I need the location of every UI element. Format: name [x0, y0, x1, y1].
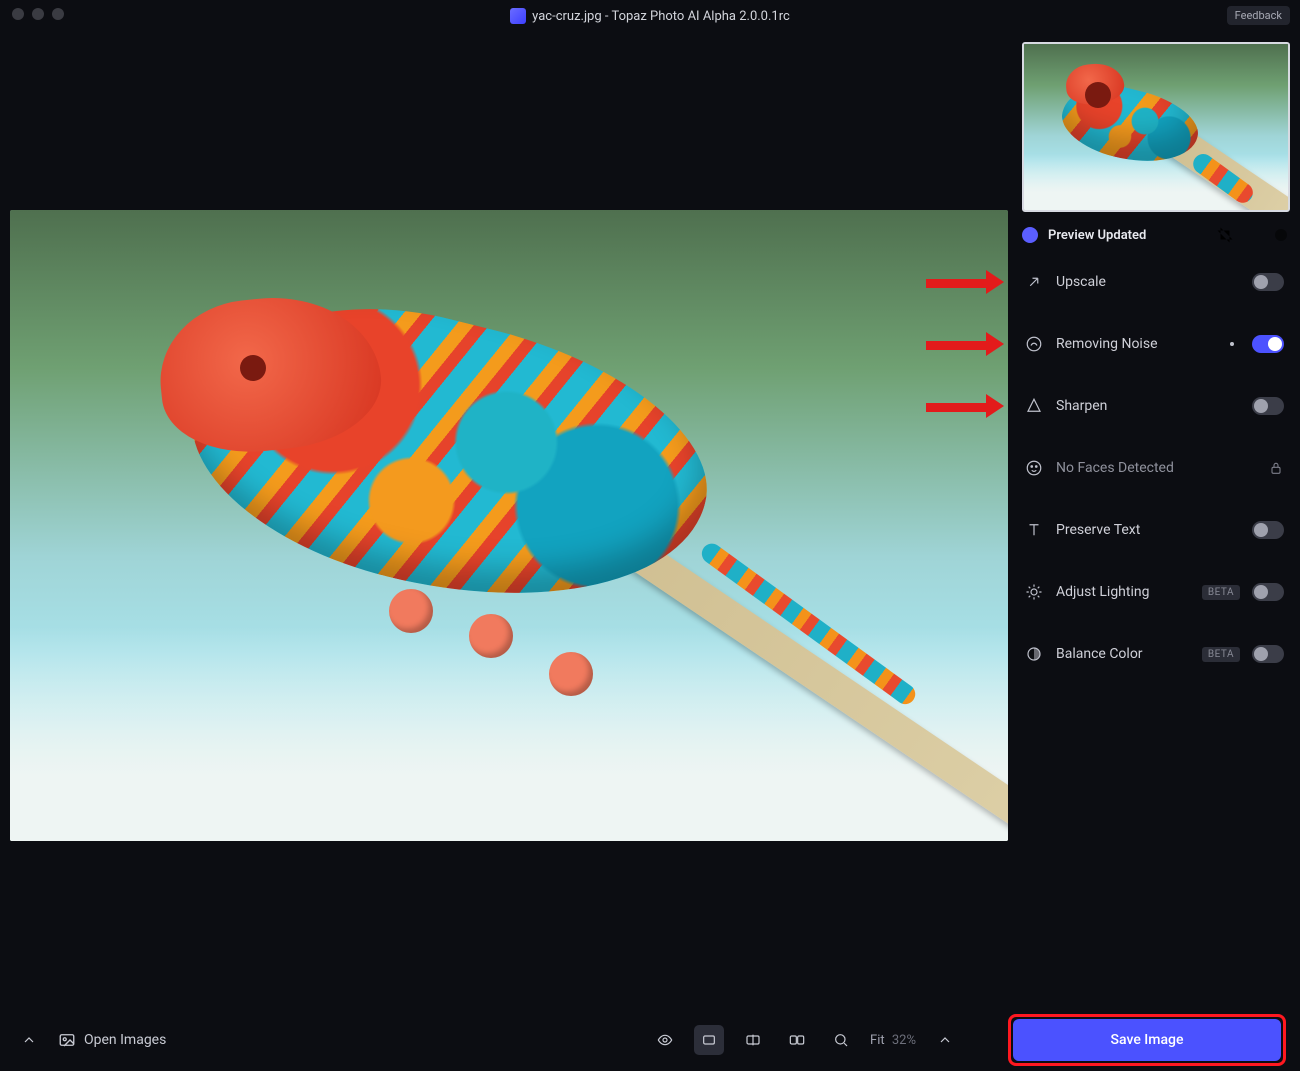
zoom-chevron-up-button[interactable] — [930, 1025, 960, 1055]
preview-status-row: Preview Updated — [1022, 226, 1290, 244]
preview-status-label: Preview Updated — [1048, 228, 1146, 243]
fit-value: 32% — [892, 1033, 916, 1048]
view-side-by-side-button[interactable] — [782, 1025, 812, 1055]
balance-color-toggle[interactable] — [1252, 645, 1284, 663]
text-icon — [1024, 520, 1044, 540]
titlebar: yac-cruz.jpg - Topaz Photo AI Alpha 2.0.… — [0, 0, 1300, 32]
zoom-window-icon[interactable] — [52, 8, 64, 20]
option-preserve-text[interactable]: Preserve Text — [1022, 506, 1290, 554]
view-split-button[interactable] — [738, 1025, 768, 1055]
option-upscale[interactable]: Upscale — [1022, 258, 1290, 306]
circle-icon[interactable] — [1272, 226, 1290, 244]
face-icon — [1024, 458, 1044, 478]
lock-icon — [1268, 460, 1284, 476]
option-faces: No Faces Detected — [1022, 444, 1290, 492]
zoom-icon[interactable] — [826, 1025, 856, 1055]
image-chameleon-foot — [389, 589, 433, 633]
window-title: yac-cruz.jpg - Topaz Photo AI Alpha 2.0.… — [532, 9, 790, 24]
option-label: Sharpen — [1056, 398, 1240, 414]
option-balance-color[interactable]: Balance Color BETA — [1022, 630, 1290, 678]
adjust-lighting-toggle[interactable] — [1252, 583, 1284, 601]
option-label: Adjust Lighting — [1056, 584, 1190, 600]
annotation-save-highlight: Save Image — [1008, 1014, 1286, 1066]
eye-icon[interactable] — [650, 1025, 680, 1055]
lighting-icon — [1024, 582, 1044, 602]
fit-word: Fit — [870, 1033, 885, 1048]
beta-badge: BETA — [1202, 647, 1240, 662]
option-label: Upscale — [1056, 274, 1240, 290]
removing-noise-toggle[interactable] — [1252, 335, 1284, 353]
upscale-toggle[interactable] — [1252, 273, 1284, 291]
side-panel: Preview Updated Upscale — [1022, 42, 1290, 1009]
noise-icon — [1024, 334, 1044, 354]
option-label: Preserve Text — [1056, 522, 1240, 538]
window-controls — [12, 8, 64, 20]
image-chameleon-foot — [549, 652, 593, 696]
close-window-icon[interactable] — [12, 8, 24, 20]
upscale-icon — [1024, 272, 1044, 292]
preview-thumbnail[interactable] — [1022, 42, 1290, 212]
feedback-button[interactable]: Feedback — [1227, 6, 1290, 25]
option-removing-noise[interactable]: Removing Noise — [1022, 320, 1290, 368]
app-icon — [510, 8, 526, 24]
image-chameleon-eye — [240, 355, 266, 381]
zoom-fit-label[interactable]: Fit 32% — [870, 1033, 916, 1048]
option-sharpen[interactable]: Sharpen — [1022, 382, 1290, 430]
option-label: Removing Noise — [1056, 336, 1218, 352]
main-area: Preview Updated Upscale — [0, 32, 1300, 1009]
expand-icon[interactable] — [1244, 226, 1262, 244]
open-images-button[interactable]: Open Images — [58, 1031, 166, 1049]
open-images-label: Open Images — [84, 1032, 166, 1048]
view-single-button[interactable] — [694, 1025, 724, 1055]
bottombar: Open Images Fit 32% Save Image — [0, 1009, 1300, 1071]
chevron-up-button[interactable] — [14, 1025, 44, 1055]
option-label: Balance Color — [1056, 646, 1190, 662]
color-icon — [1024, 644, 1044, 664]
preserve-text-toggle[interactable] — [1252, 521, 1284, 539]
beta-badge: BETA — [1202, 585, 1240, 600]
sharpen-toggle[interactable] — [1252, 397, 1284, 415]
crop-icon[interactable] — [1216, 226, 1234, 244]
option-label: No Faces Detected — [1056, 460, 1256, 476]
active-indicator-icon — [1230, 342, 1234, 346]
image-canvas — [10, 210, 1008, 842]
option-adjust-lighting[interactable]: Adjust Lighting BETA — [1022, 568, 1290, 616]
sharpen-icon — [1024, 396, 1044, 416]
minimize-window-icon[interactable] — [32, 8, 44, 20]
status-dot-icon — [1022, 227, 1038, 243]
image-chameleon-foot — [469, 614, 513, 658]
save-image-button[interactable]: Save Image — [1013, 1019, 1281, 1061]
image-viewport[interactable] — [10, 42, 1008, 1009]
